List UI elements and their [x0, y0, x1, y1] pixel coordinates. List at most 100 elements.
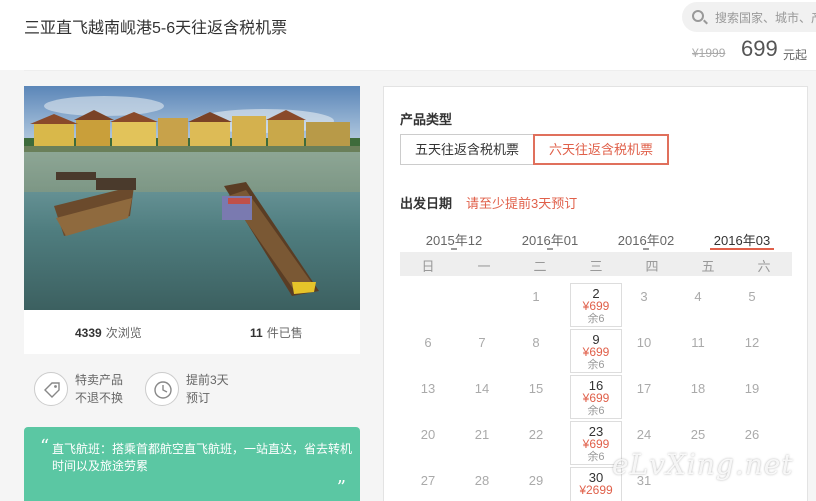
quote-open-icon: “: [40, 436, 50, 457]
day-number: 24: [636, 427, 652, 442]
day-number: 18: [690, 381, 706, 396]
calendar-day: 14: [456, 375, 508, 419]
calendar-day-available[interactable]: 2 ¥699 余6: [570, 283, 622, 327]
calendar-day-available[interactable]: 16 ¥699 余6: [570, 375, 622, 419]
calendar-day: 29: [510, 467, 562, 501]
page-title: 三亚直飞越南岘港5-6天往返含税机票: [24, 20, 288, 37]
price-unit: 元起: [783, 48, 808, 62]
day-number: 6: [424, 335, 432, 350]
day-number: 29: [528, 473, 544, 488]
day-number: 21: [474, 427, 490, 442]
search-icon[interactable]: [692, 10, 704, 22]
day-number: 15: [528, 381, 544, 396]
calendar-day: 18: [672, 375, 724, 419]
option-five-day[interactable]: 五天往返含税机票: [400, 134, 535, 165]
weekday-header: 日 一 二 三 四 五 六: [400, 252, 792, 276]
search-input[interactable]: 搜索国家、城市、产: [715, 9, 816, 26]
calendar-day: 19: [726, 375, 778, 419]
day-number: 26: [744, 427, 760, 442]
day-number: 16: [588, 378, 604, 393]
day-number: 8: [532, 335, 540, 350]
header-divider: [24, 70, 816, 71]
current-price: 699: [741, 36, 778, 61]
day-price: ¥699: [582, 299, 610, 313]
weekday-sun: 日: [421, 259, 435, 274]
quote-close-icon: ”: [336, 477, 346, 498]
sold-stat: 11 件已售: [250, 326, 303, 340]
weekday-tue: 二: [533, 259, 547, 274]
day-number: 2: [592, 286, 600, 301]
day-number: 27: [420, 473, 436, 488]
calendar-day: 7: [456, 329, 508, 373]
original-price: ¥1999: [692, 46, 726, 60]
departure-date-label: 出发日期: [400, 196, 453, 211]
tag-icon: [34, 372, 68, 406]
calendar-day: 3: [618, 283, 670, 327]
weekday-wed: 三: [589, 259, 603, 274]
day-number: 23: [588, 424, 604, 439]
watermark: eLvXing.net: [612, 448, 794, 481]
month-tab-2016-01[interactable]: 2016年01: [510, 230, 590, 250]
calendar-day: 22: [510, 421, 562, 465]
views-stat: 4339 次浏览: [75, 326, 142, 340]
day-number: 11: [691, 335, 705, 350]
weekday-sat: 六: [757, 259, 771, 274]
day-number: 22: [528, 427, 544, 442]
day-number: 25: [690, 427, 706, 442]
calendar-day: 21: [456, 421, 508, 465]
calendar-day: 13: [402, 375, 454, 419]
month-tab-2016-02[interactable]: 2016年02: [606, 230, 686, 250]
day-number: 3: [640, 289, 648, 304]
calendar-day: 6: [402, 329, 454, 373]
day-price: ¥699: [582, 391, 610, 405]
calendar-day: 11: [672, 329, 724, 373]
booking-hint: 请至少提前3天预订: [466, 196, 578, 211]
calendar-day: 28: [456, 467, 508, 501]
product-stats: 4339 次浏览 11 件已售: [24, 310, 360, 354]
calendar-day: 8: [510, 329, 562, 373]
calendar-day: 10: [618, 329, 670, 373]
feature-text: 特卖产品 不退不换: [75, 373, 124, 405]
day-number: 13: [420, 381, 436, 396]
calendar-day: 5: [726, 283, 778, 327]
weekday-mon: 一: [477, 259, 491, 274]
day-number: 14: [474, 381, 490, 396]
month-tab-2015-12[interactable]: 2015年12: [414, 230, 494, 250]
day-number: 10: [636, 335, 652, 350]
calendar-day-available[interactable]: 9 ¥699 余6: [570, 329, 622, 373]
weekday-thu: 四: [645, 259, 659, 274]
calendar-day: 1: [510, 283, 562, 327]
option-six-day[interactable]: 六天往返含税机票: [533, 134, 670, 165]
highlight-quote: “ 直飞航班：搭乘首都航空直飞航班，一站直达，省去转机时间以及旅途劳累 ”: [24, 427, 360, 501]
day-number: 7: [478, 335, 486, 350]
day-remaining: 余6: [587, 313, 605, 325]
calendar-day: 12: [726, 329, 778, 373]
month-tab-2016-03[interactable]: 2016年03: [702, 230, 782, 250]
calendar-day: 20: [402, 421, 454, 465]
booking-panel: 产品类型 五天往返含税机票 六天往返含税机票 出发日期 请至少提前3天预订 20…: [383, 86, 808, 501]
search-box[interactable]: 搜索国家、城市、产: [682, 2, 816, 32]
day-number: 28: [474, 473, 490, 488]
product-photo: [24, 86, 360, 310]
day-number: 4: [694, 289, 702, 304]
header-bar: 三亚直飞越南岘港5-6天往返含税机票 搜索国家、城市、产 ¥1999 699 元…: [0, 0, 816, 70]
day-number: 1: [532, 289, 540, 304]
day-remaining: 余6: [587, 359, 605, 371]
day-number: 17: [636, 381, 652, 396]
day-number: 20: [420, 427, 436, 442]
day-remaining: 余6: [587, 405, 605, 417]
day-price: ¥2699: [579, 483, 613, 497]
day-number: 19: [744, 381, 760, 396]
clock-icon: [145, 372, 179, 406]
feature-text: 提前3天 预订: [186, 373, 229, 405]
calendar-day: 4: [672, 283, 724, 327]
calendar-day: 27: [402, 467, 454, 501]
day-number: 9: [592, 332, 600, 347]
day-price: ¥699: [582, 345, 610, 359]
quote-text: 直飞航班：搭乘首都航空直飞航班，一站直达，省去转机时间以及旅途劳累: [52, 442, 353, 473]
calendar-day: 15: [510, 375, 562, 419]
day-number: 5: [748, 289, 756, 304]
day-number: 12: [744, 335, 760, 350]
weekday-fri: 五: [701, 259, 715, 274]
product-type-label: 产品类型: [400, 112, 453, 127]
